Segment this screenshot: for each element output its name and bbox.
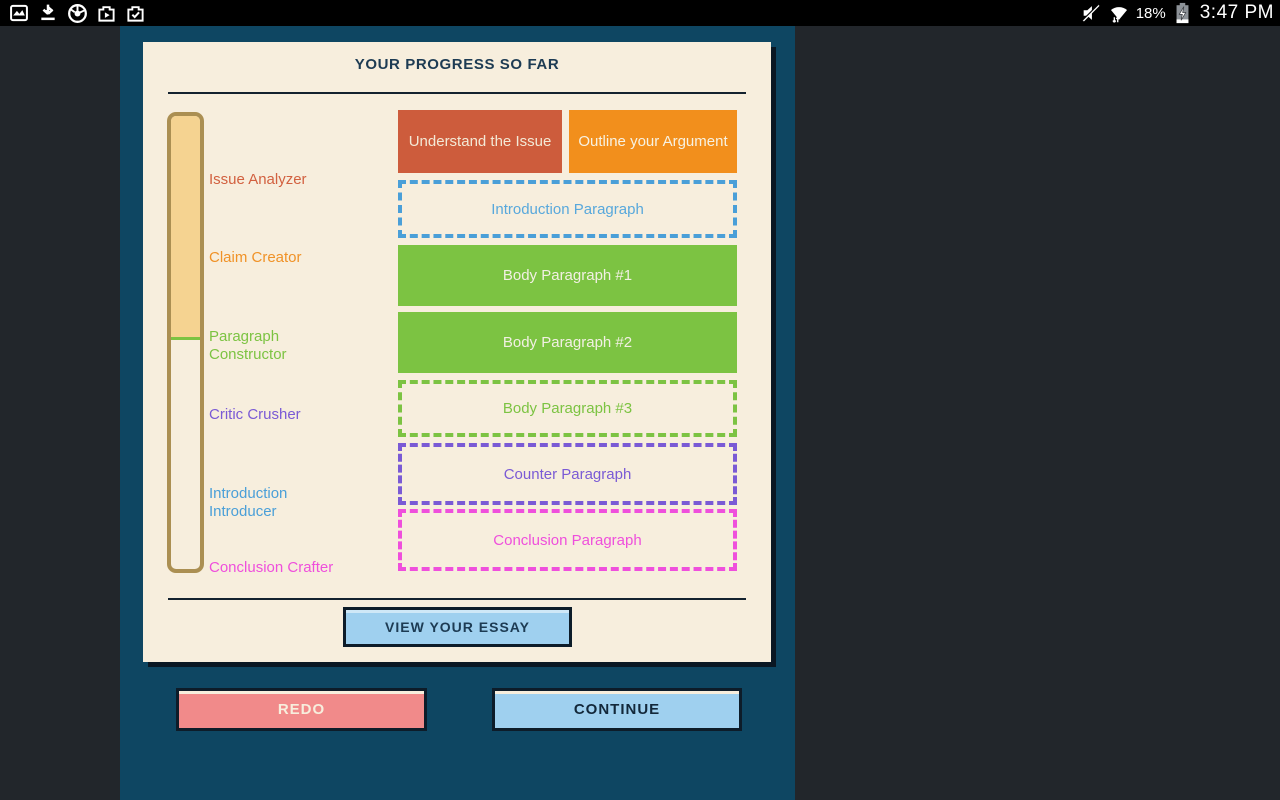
gallery-icon bbox=[8, 2, 30, 24]
notification-icons bbox=[0, 2, 146, 24]
stage-body-paragraph-3: Body Paragraph #3 bbox=[398, 380, 737, 437]
divider-bottom bbox=[168, 598, 746, 600]
checkmark-app-icon bbox=[124, 2, 146, 24]
stage-outline-your-argument: Outline your Argument bbox=[569, 110, 737, 173]
progress-tick bbox=[171, 337, 200, 340]
milestone-paragraph-constructor: Paragraph Constructor bbox=[209, 328, 287, 363]
progress-fill bbox=[171, 116, 200, 337]
continue-button[interactable]: CONTINUE bbox=[492, 688, 742, 731]
mute-icon bbox=[1080, 2, 1102, 24]
wifi-icon bbox=[1108, 2, 1130, 24]
milestone-issue-analyzer: Issue Analyzer bbox=[209, 171, 307, 188]
stage-introduction-paragraph: Introduction Paragraph bbox=[398, 180, 737, 238]
chrome-icon bbox=[66, 2, 88, 24]
battery-icon bbox=[1172, 2, 1194, 24]
divider-top bbox=[168, 92, 746, 94]
download-icon bbox=[37, 2, 59, 24]
milestone-introduction-introducer: Introduction Introducer bbox=[209, 485, 288, 520]
milestone-claim-creator: Claim Creator bbox=[209, 249, 302, 266]
status-bar: 18% 3:47 PM bbox=[0, 0, 1280, 26]
stage-body-paragraph-1: Body Paragraph #1 bbox=[398, 245, 737, 306]
battery-percent: 18% bbox=[1135, 4, 1166, 22]
stage-list: Understand the Issue Outline your Argume… bbox=[398, 110, 737, 571]
milestone-conclusion-crafter: Conclusion Crafter bbox=[209, 559, 334, 576]
progress-track bbox=[167, 112, 204, 573]
milestone-critic-crusher: Critic Crusher bbox=[209, 406, 301, 423]
redo-button[interactable]: REDO bbox=[176, 688, 427, 731]
app-panel: YOUR PROGRESS SO FAR Issue Analyzer Clai… bbox=[120, 26, 795, 800]
stage-body-paragraph-2: Body Paragraph #2 bbox=[398, 312, 737, 373]
view-essay-button[interactable]: VIEW YOUR ESSAY bbox=[343, 607, 572, 647]
stage-conclusion-paragraph: Conclusion Paragraph bbox=[398, 509, 737, 571]
page-title: YOUR PROGRESS SO FAR bbox=[354, 56, 560, 73]
clock: 3:47 PM bbox=[1199, 2, 1274, 23]
play-store-icon bbox=[95, 2, 117, 24]
stage-understand-the-issue: Understand the Issue bbox=[398, 110, 562, 173]
stage-counter-paragraph: Counter Paragraph bbox=[398, 443, 737, 505]
progress-card: YOUR PROGRESS SO FAR Issue Analyzer Clai… bbox=[143, 42, 771, 662]
